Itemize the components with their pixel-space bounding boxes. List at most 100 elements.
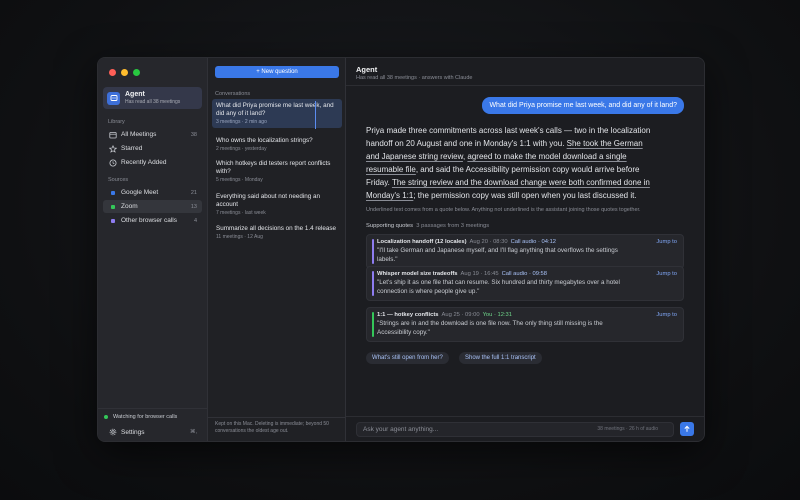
- quote-time: Aug 19 · 16:45: [460, 271, 499, 277]
- sidebar: Agent Has read all 38 meetings Library A…: [98, 58, 208, 441]
- watching-status: Watching for browser calls: [104, 414, 177, 420]
- quote-accent: [372, 312, 374, 337]
- divider: [346, 416, 704, 417]
- quote-text: "Let's ship it as one file that can resu…: [377, 279, 620, 295]
- user-message: What did Priya promise me last week, and…: [482, 97, 684, 114]
- composer: 38 meetings · 26 h of audio: [356, 421, 694, 437]
- conversation-meta: 7 meetings · last week: [216, 210, 266, 216]
- conversation-meta: 3 meetings · 2 min ago: [216, 119, 267, 125]
- meeting-count: 21: [190, 189, 197, 196]
- selection-indicator: [314, 101, 316, 129]
- quote-time: Aug 25 · 09:00: [441, 312, 480, 318]
- quote-title: Localization handoff (12 locales): [377, 239, 467, 245]
- supporting-label: Supporting quotes: [366, 223, 414, 229]
- sources-label: Sources: [108, 177, 129, 183]
- conversation-title: Everything said about not needing an acc…: [216, 193, 320, 208]
- quote-source: Call audio · 09:58: [501, 271, 548, 277]
- source-color-icon: [108, 202, 117, 211]
- answer-text: ; the permission copy was still open whe…: [413, 191, 637, 200]
- app-window: Agent Has read all 38 meetings Library A…: [97, 57, 705, 442]
- conversation-title: Summarize all decisions on the 1.4 relea…: [216, 225, 337, 232]
- conversation-title: Which hotkeys did testers report conflic…: [216, 160, 331, 175]
- sidebar-item-zoom[interactable]: Zoom 13: [103, 200, 202, 213]
- jump-to-link[interactable]: Jump to: [656, 271, 677, 277]
- conversation-meta: 11 meetings · 12 Aug: [216, 234, 263, 240]
- sidebar-item-label: All Meetings: [121, 131, 157, 138]
- sidebar-item-label: Zoom: [121, 203, 138, 210]
- supporting-quotes-label: Supporting quotes 3 passages from 3 meet…: [366, 223, 489, 229]
- divider: [208, 417, 345, 418]
- meeting-count: 4: [193, 217, 197, 224]
- watching-label: Watching for browser calls: [113, 414, 178, 420]
- sidebar-item-label: Other browser calls: [121, 217, 177, 224]
- clock-icon: [108, 158, 117, 167]
- sidebar-item-all-meetings[interactable]: All Meetings 38: [103, 128, 202, 141]
- new-question-button[interactable]: + New question: [215, 66, 339, 78]
- chat-panel: Agent Has read all 38 meetings · answers…: [346, 58, 704, 441]
- settings-button[interactable]: Settings ⌘,: [103, 426, 202, 438]
- library-label: Library: [108, 119, 125, 125]
- jump-to-link[interactable]: Jump to: [656, 239, 677, 245]
- quote-source: You · 12:31: [482, 312, 513, 318]
- suggestion-chip[interactable]: Show the full 1:1 transcript: [459, 352, 542, 364]
- conversations-footer: Kept on this Mac. Deleting is immediate;…: [215, 421, 329, 434]
- jump-to-link[interactable]: Jump to: [656, 312, 677, 318]
- supporting-meta: 3 passages from 3 meetings: [416, 223, 490, 229]
- agent-icon: [107, 91, 120, 105]
- conversation-item[interactable]: What did Priya promise me last week, and…: [212, 99, 342, 129]
- minimize-window-button[interactable]: [121, 69, 128, 76]
- sidebar-item-recently-added[interactable]: Recently Added: [103, 156, 202, 169]
- sidebar-item-label: Recently Added: [121, 159, 167, 166]
- page-title: Agent: [356, 65, 378, 74]
- quote-time: Aug 20 · 08:30: [469, 239, 508, 245]
- meeting-count: 13: [190, 203, 197, 210]
- settings-shortcut: ⌘,: [189, 429, 197, 435]
- quote-text: "I'll take German and Japanese myself, a…: [377, 247, 618, 263]
- sidebar-item-label: Starred: [121, 145, 143, 152]
- suggestion-chip[interactable]: What's still open from her?: [366, 352, 449, 364]
- conversations-label: Conversations: [215, 91, 251, 97]
- quote-accent: [372, 239, 374, 264]
- calendar-icon: [108, 130, 117, 139]
- arrow-up-icon: [684, 425, 690, 432]
- quote-card: 1:1 — hotkey conflicts Aug 25 · 09:00 You …: [366, 307, 684, 342]
- conversation-item[interactable]: Who owns the localization strings? 2 mee…: [212, 134, 342, 155]
- conversations-panel: + New question Conversations What did Pr…: [208, 58, 346, 441]
- quote-text: "Strings are in and the download is one …: [377, 320, 603, 336]
- source-color-icon: [108, 188, 117, 197]
- agent-subtitle: Has read all 38 meetings: [125, 98, 181, 105]
- star-icon: [108, 144, 117, 153]
- sidebar-item-google-meet[interactable]: Google Meet 21: [103, 186, 202, 199]
- source-color-icon: [108, 216, 117, 225]
- conversation-item[interactable]: Summarize all decisions on the 1.4 relea…: [212, 222, 342, 243]
- conversation-title: What did Priya promise me last week, and…: [216, 102, 334, 117]
- sidebar-item-starred[interactable]: Starred: [103, 142, 202, 155]
- quote-accent: [372, 271, 374, 296]
- quote-card: Localization handoff (12 locales) Aug 20 …: [366, 234, 684, 269]
- quote-title: Whisper model size tradeoffs: [377, 271, 458, 277]
- conversation-item[interactable]: Everything said about not needing an acc…: [212, 190, 342, 219]
- conversation-item[interactable]: Which hotkeys did testers report conflic…: [212, 157, 342, 186]
- divider: [346, 85, 704, 86]
- divider: [98, 408, 207, 409]
- underline-note: Underlined text comes from a quote below…: [366, 207, 641, 213]
- status-dot-icon: [104, 415, 108, 419]
- conversation-meta: 5 meetings · Monday: [216, 177, 263, 183]
- quote-source: Call audio · 04:12: [510, 239, 557, 245]
- sidebar-item-other-browser-calls[interactable]: Other browser calls 4: [103, 214, 202, 227]
- quote-title: 1:1 — hotkey conflicts: [377, 312, 439, 318]
- page-subtitle: Has read all 38 meetings · answers with …: [356, 75, 473, 81]
- input-stats: 38 meetings · 26 h of audio: [597, 426, 658, 432]
- agent-name: Agent: [125, 90, 145, 98]
- conversation-meta: 2 meetings · yesterday: [216, 146, 267, 152]
- chat-header: Agent Has read all 38 meetings · answers…: [356, 65, 472, 81]
- close-window-button[interactable]: [109, 69, 116, 76]
- window-controls: [109, 69, 140, 76]
- settings-label: Settings: [121, 428, 145, 436]
- send-button[interactable]: [680, 422, 694, 436]
- sidebar-item-label: Google Meet: [121, 189, 159, 196]
- zoom-window-button[interactable]: [133, 69, 140, 76]
- agent-card[interactable]: Agent Has read all 38 meetings: [103, 87, 202, 109]
- meeting-count: 38: [190, 131, 197, 138]
- assistant-answer: Priya made three commitments across last…: [366, 124, 656, 202]
